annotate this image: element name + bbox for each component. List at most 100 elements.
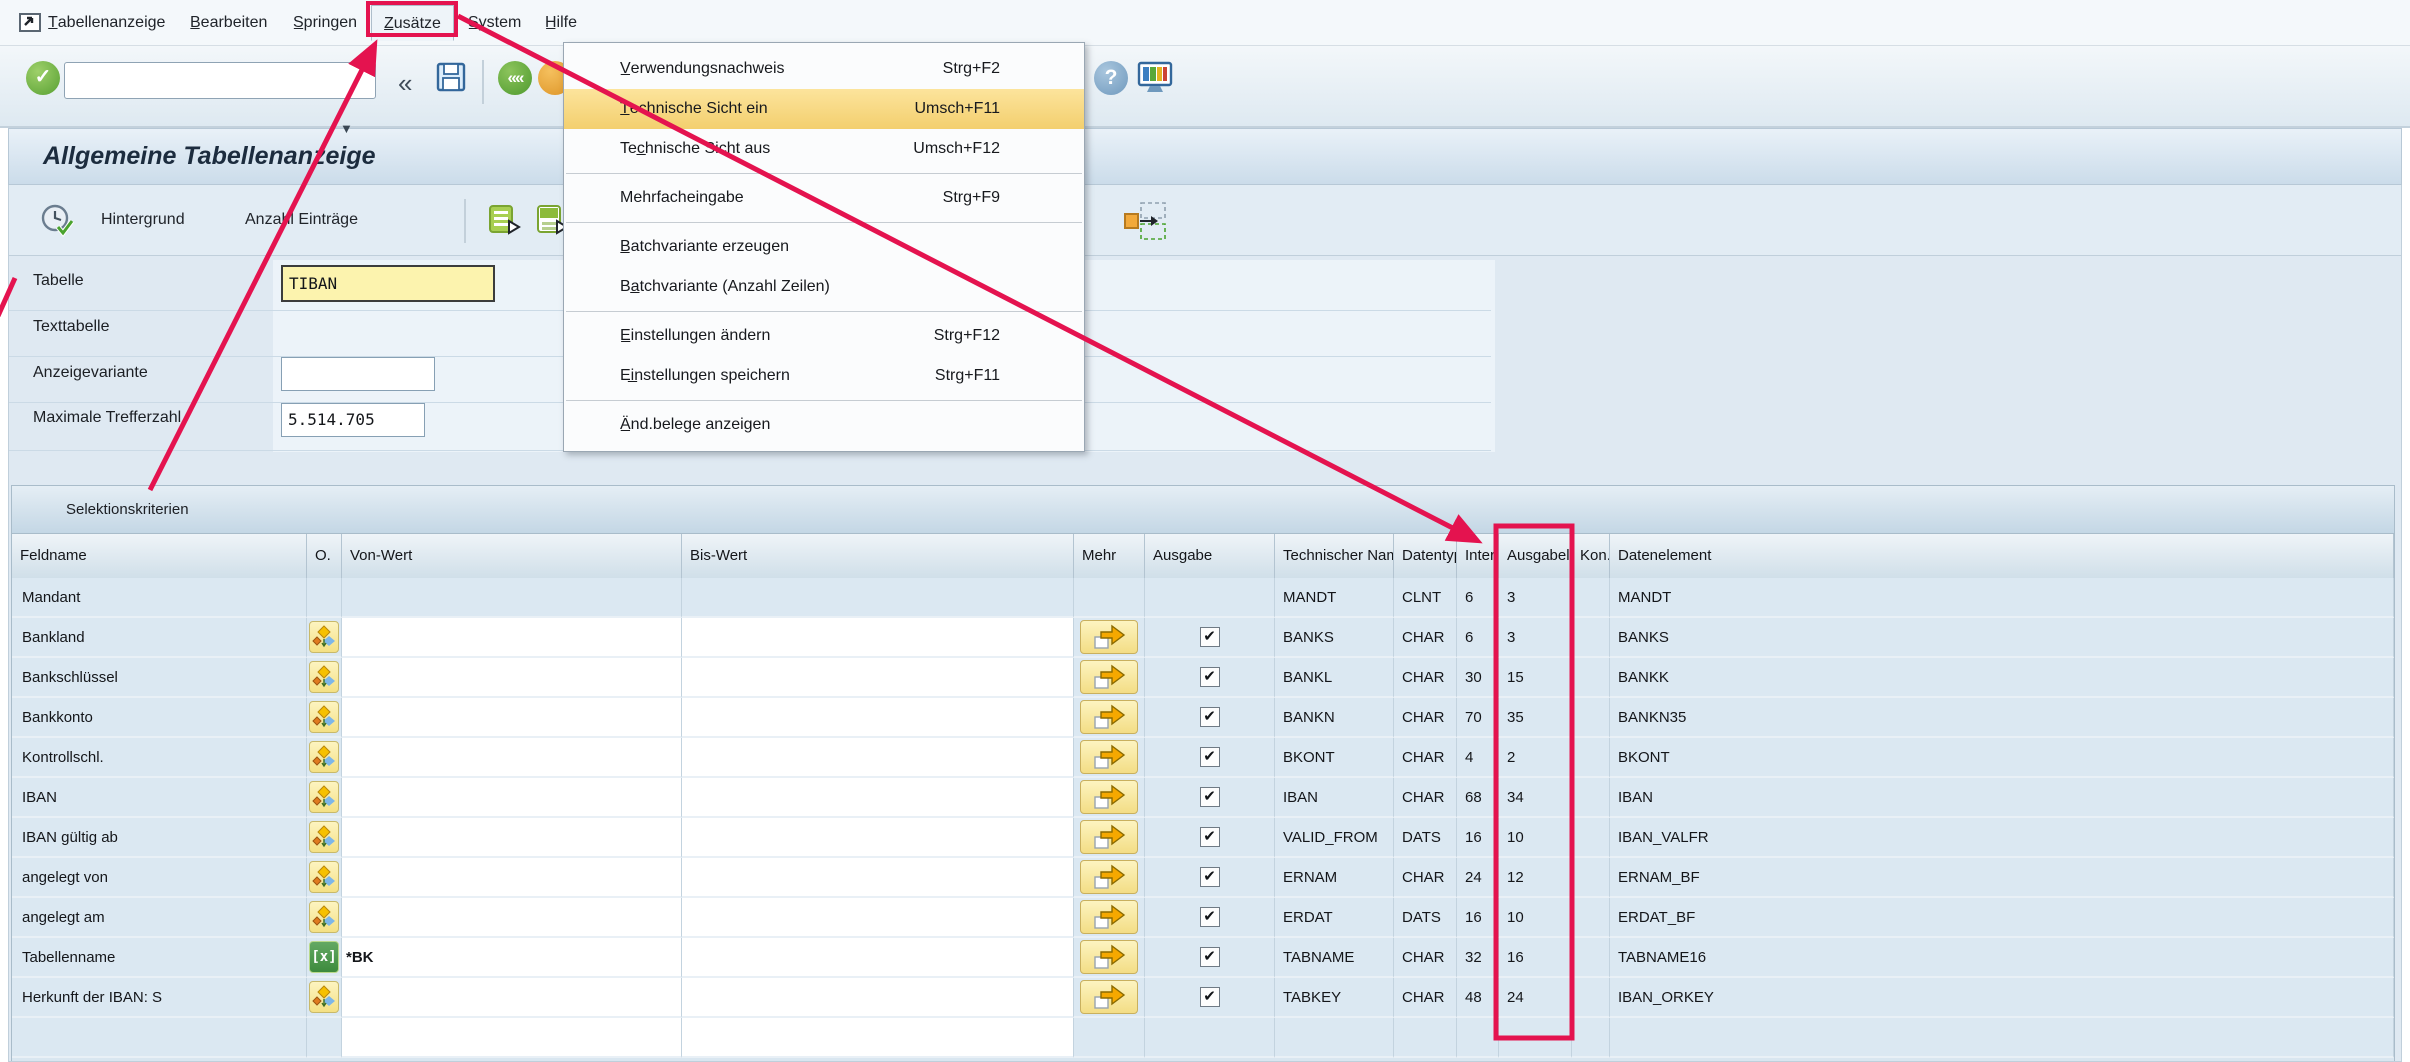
selection-interval-icon[interactable] <box>309 621 339 653</box>
new-session-monitor-icon[interactable] <box>1136 60 1174 101</box>
help-icon[interactable]: ? <box>1094 61 1128 95</box>
menu-item[interactable]: Ä̲nd.belege anzeigen <box>564 405 1084 445</box>
multiple-selection-button[interactable] <box>1080 820 1138 854</box>
ausgabe-checkbox[interactable]: ✔ <box>1200 667 1220 687</box>
von-wert-input[interactable] <box>342 778 682 818</box>
von-wert-input[interactable] <box>342 818 682 858</box>
enter-check-icon[interactable]: ✓ <box>26 61 60 95</box>
menu-item[interactable]: Tec̲hnische Sicht ausUmsch+F12 <box>564 129 1084 169</box>
selection-interval-icon[interactable] <box>309 901 339 933</box>
ausgabe-checkbox[interactable]: ✔ <box>1200 707 1220 727</box>
bis-wert-input[interactable] <box>682 818 1074 858</box>
collapse-command-icon[interactable]: « <box>398 68 412 98</box>
bis-wert-input[interactable] <box>682 1018 1074 1058</box>
ausgabe-checkbox[interactable]: ✔ <box>1200 907 1220 927</box>
menu-item[interactable]: Ei̲nstellungen speichernStrg+F11 <box>564 356 1084 396</box>
execute-background-clock-icon[interactable] <box>39 203 75 244</box>
back-icon[interactable]: «« <box>498 61 532 95</box>
von-wert-input[interactable] <box>342 898 682 938</box>
menu-item-shortcut: Umsch+F12 <box>913 140 1000 158</box>
selection-option-cell: [x] <box>307 938 342 978</box>
bis-wert-input[interactable] <box>682 978 1074 1018</box>
multiple-selection-button[interactable] <box>1080 660 1138 694</box>
multiple-selection-button[interactable] <box>1080 980 1138 1014</box>
multiple-selection-button[interactable] <box>1080 700 1138 734</box>
menu-hilfe[interactable]: H̲ilfe <box>533 5 589 41</box>
menu-item[interactable]: MehrfacheingabeStrg+F9 <box>564 178 1084 218</box>
menu-item[interactable]: T̲echnische Sicht einUmsch+F11 <box>564 89 1084 129</box>
menu-item[interactable]: B̲atchvariante erzeugen <box>564 227 1084 267</box>
von-wert-input[interactable] <box>342 1018 682 1058</box>
select-all-list-icon[interactable] <box>487 203 521 242</box>
multiple-selection-button[interactable] <box>1080 780 1138 814</box>
ausgabe-checkbox[interactable]: ✔ <box>1200 747 1220 767</box>
menu-zusaetze[interactable]: Z̲usätze <box>371 5 454 41</box>
bis-wert-input[interactable] <box>682 858 1074 898</box>
menu-item[interactable]: E̲instellungen ändernStrg+F12 <box>564 316 1084 356</box>
von-wert-input[interactable]: *BK <box>342 938 682 978</box>
multiple-selection-button[interactable] <box>1080 860 1138 894</box>
von-wert-input[interactable] <box>342 858 682 898</box>
von-wert-input[interactable] <box>342 578 682 618</box>
selection-interval-icon[interactable] <box>309 821 339 853</box>
feldname-cell[interactable]: Mandant <box>12 578 307 618</box>
feldname-cell[interactable]: Herkunft der IBAN: S <box>12 978 307 1018</box>
feldname-cell[interactable]: angelegt am <box>12 898 307 938</box>
ausgabe-checkbox[interactable]: ✔ <box>1200 787 1220 807</box>
feldname-cell[interactable]: Bankland <box>12 618 307 658</box>
contains-pattern-icon[interactable]: [x] <box>309 941 339 973</box>
feldname-cell[interactable] <box>12 1018 307 1058</box>
command-field[interactable] <box>64 62 376 99</box>
menu-tabellenanzeige[interactable]: T̲abellenanzeige <box>36 5 177 41</box>
save-icon[interactable] <box>434 60 468 99</box>
ausgabe-checkbox[interactable]: ✔ <box>1200 827 1220 847</box>
menu-item[interactable]: V̲erwendungsnachweisStrg+F2 <box>564 49 1084 89</box>
menu-bearbeiten[interactable]: B̲earbeiten <box>178 5 279 41</box>
bis-wert-input[interactable] <box>682 698 1074 738</box>
selection-interval-icon[interactable] <box>309 661 339 693</box>
von-wert-input[interactable] <box>342 978 682 1018</box>
hintergrund-button[interactable]: Hintergrund <box>93 200 193 240</box>
von-wert-input[interactable] <box>342 738 682 778</box>
feldname-cell[interactable]: IBAN <box>12 778 307 818</box>
selection-interval-icon[interactable] <box>309 981 339 1013</box>
selection-interval-icon[interactable] <box>309 741 339 773</box>
bis-wert-input[interactable] <box>682 898 1074 938</box>
maximale-trefferzahl-input[interactable]: 5.514.705 <box>281 403 425 437</box>
menu-item[interactable]: Ba̲tchvariante (Anzahl Zeilen) <box>564 267 1084 307</box>
feldname-cell[interactable]: angelegt von <box>12 858 307 898</box>
expand-selection-icon[interactable] <box>1121 201 1169 246</box>
multiple-selection-button[interactable] <box>1080 900 1138 934</box>
bis-wert-input[interactable] <box>682 658 1074 698</box>
selection-interval-icon[interactable] <box>309 701 339 733</box>
menu-system[interactable]: S̲ystem <box>456 5 533 41</box>
bis-wert-input[interactable] <box>682 938 1074 978</box>
von-wert-input[interactable] <box>342 618 682 658</box>
ausgabe-checkbox[interactable]: ✔ <box>1200 867 1220 887</box>
feldname-cell[interactable]: Kontrollschl. <box>12 738 307 778</box>
selection-interval-icon[interactable] <box>309 781 339 813</box>
multiple-selection-button[interactable] <box>1080 940 1138 974</box>
bis-wert-input[interactable] <box>682 738 1074 778</box>
feldname-cell[interactable]: IBAN gültig ab <box>12 818 307 858</box>
bis-wert-input[interactable] <box>682 578 1074 618</box>
ausgabe-checkbox[interactable]: ✔ <box>1200 987 1220 1007</box>
multiple-selection-button[interactable] <box>1080 620 1138 654</box>
bis-wert-input[interactable] <box>682 618 1074 658</box>
menu-springen[interactable]: S̲pringen <box>281 5 369 41</box>
von-wert-input[interactable] <box>342 698 682 738</box>
ausgabe-checkbox[interactable]: ✔ <box>1200 627 1220 647</box>
tabelle-input[interactable]: TIBAN <box>281 265 495 302</box>
ausgabe-checkbox[interactable]: ✔ <box>1200 947 1220 967</box>
column-header-von: Von-Wert <box>342 534 682 578</box>
feldname-cell[interactable]: Tabellenname <box>12 938 307 978</box>
anzeigevariante-input[interactable] <box>281 357 435 391</box>
anzahl-eintraege-button[interactable]: Anzahl Einträge <box>237 200 366 240</box>
von-wert-input[interactable] <box>342 658 682 698</box>
feldname-cell[interactable]: Bankschlüssel <box>12 658 307 698</box>
selektionskriterien-tab[interactable]: Selektionskriterien <box>12 486 2394 534</box>
feldname-cell[interactable]: Bankkonto <box>12 698 307 738</box>
selection-interval-icon[interactable] <box>309 861 339 893</box>
multiple-selection-button[interactable] <box>1080 740 1138 774</box>
bis-wert-input[interactable] <box>682 778 1074 818</box>
